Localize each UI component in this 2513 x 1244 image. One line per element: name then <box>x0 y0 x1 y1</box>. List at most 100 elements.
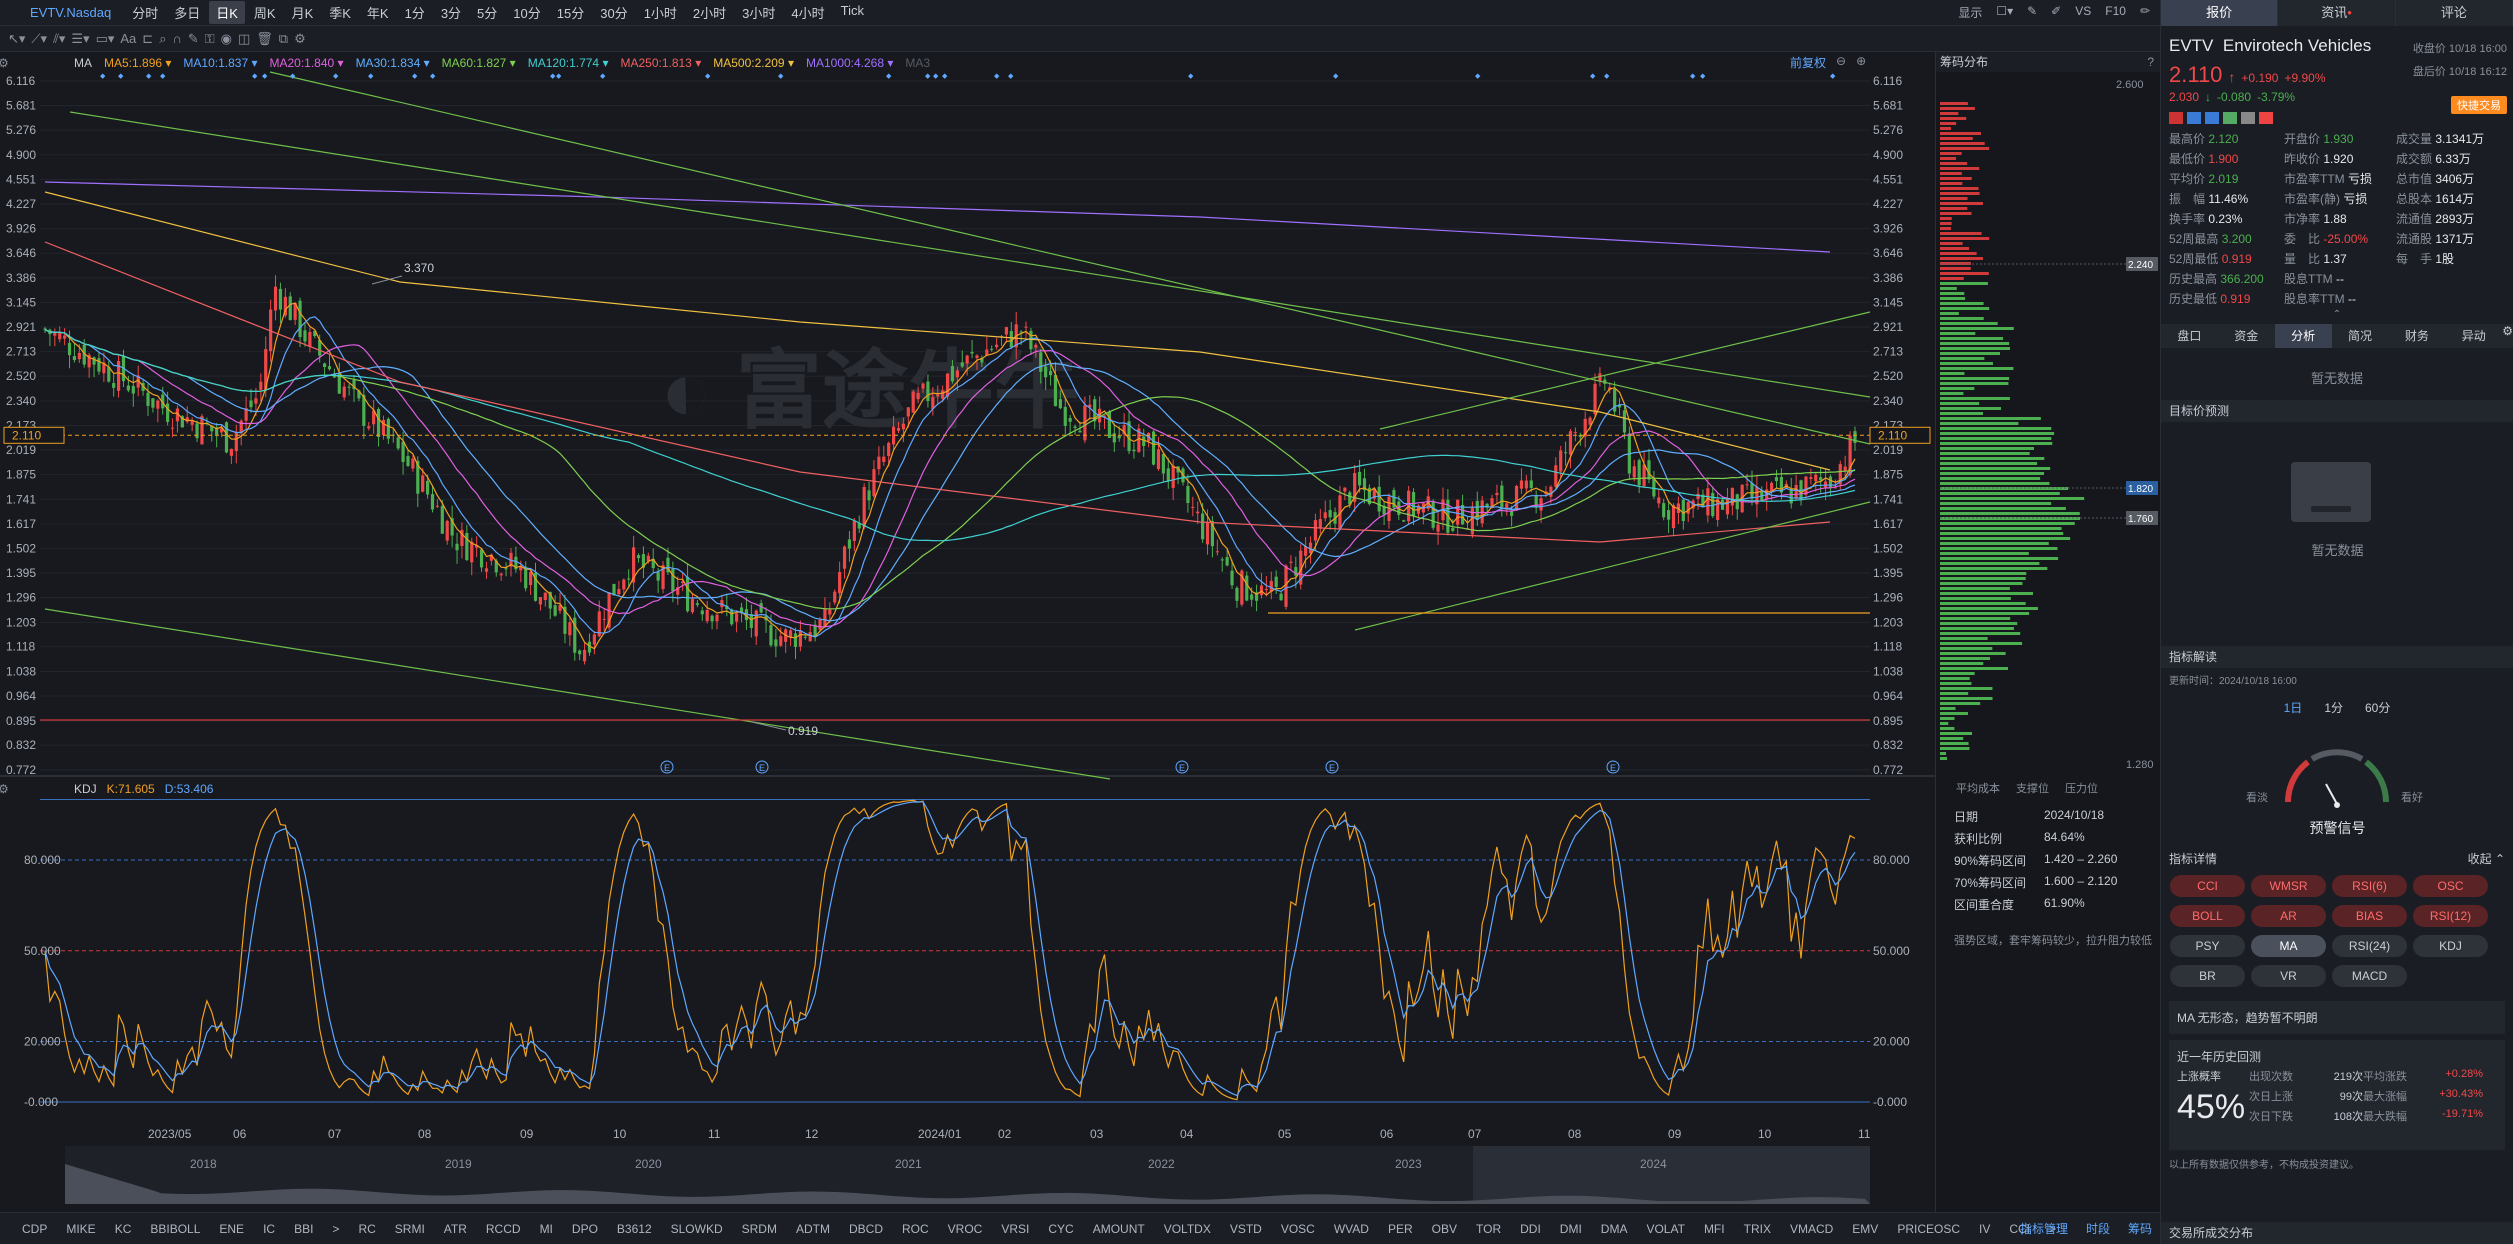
indicator-tab[interactable]: AMOUNT <box>1093 1222 1145 1236</box>
indicator-tab[interactable]: MI <box>540 1222 553 1236</box>
indicator-tab[interactable]: ROC <box>902 1222 929 1236</box>
line-tool-icon[interactable]: ⟋▾ <box>31 31 47 47</box>
indicator-chip[interactable]: AR <box>2251 905 2326 927</box>
tab-news[interactable]: 资讯• <box>2278 0 2396 26</box>
kdj-name[interactable]: KDJ <box>74 782 97 796</box>
indicator-chip[interactable]: RSI(24) <box>2332 935 2407 957</box>
indicator-chip[interactable]: CCI <box>2170 875 2245 897</box>
indicator-tab[interactable]: DDI <box>1520 1222 1541 1236</box>
indicator-chip[interactable]: MA <box>2251 935 2326 957</box>
indicator-tab[interactable]: MFI <box>1704 1222 1725 1236</box>
subtab-gear-icon[interactable]: ⚙ <box>2502 324 2513 348</box>
timeframe-14[interactable]: 2小时 <box>686 1 733 24</box>
timeframe-2[interactable]: 日K <box>209 1 245 24</box>
indicator-chip[interactable]: WMSR <box>2251 875 2326 897</box>
24h-icon[interactable] <box>2205 112 2219 124</box>
ma-legend-item[interactable]: MA5:1.896 ▾ <box>104 56 171 70</box>
ma-legend-item[interactable]: MA30:1.834 ▾ <box>356 56 430 70</box>
ma-legend-item[interactable]: MA3 <box>905 56 930 70</box>
indicator-tab[interactable]: MIKE <box>66 1222 95 1236</box>
indicator-chip[interactable]: PSY <box>2170 935 2245 957</box>
channel-tool-icon[interactable]: ⫽▾ <box>53 31 65 47</box>
measure-icon[interactable]: ⊏ <box>142 31 153 47</box>
indicator-tab[interactable]: BBIBOLL <box>150 1222 200 1236</box>
indicator-tab[interactable]: VOLAT <box>1646 1222 1684 1236</box>
indicator-tab[interactable]: PER <box>1388 1222 1413 1236</box>
subtab-5[interactable]: 异动 <box>2445 324 2502 348</box>
pen-icon[interactable]: ✎ <box>2027 4 2037 21</box>
timeframe-8[interactable]: 3分 <box>434 1 468 24</box>
indicator-tab[interactable]: TRIX <box>1744 1222 1771 1236</box>
indicator-tab[interactable]: OBV <box>1432 1222 1457 1236</box>
display-menu[interactable]: 显示 <box>1958 4 1982 21</box>
indicator-tab[interactable]: SLOWKD <box>671 1222 723 1236</box>
bottom-link[interactable]: 时段 <box>2086 1220 2110 1237</box>
indicator-chip[interactable]: BIAS <box>2332 905 2407 927</box>
ma-legend-item[interactable]: MA20:1.840 ▾ <box>269 56 343 70</box>
indicator-chip[interactable]: KDJ <box>2413 935 2488 957</box>
indicator-tab[interactable]: > <box>332 1222 339 1236</box>
f10-button[interactable]: F10 <box>2105 4 2126 21</box>
subtab-4[interactable]: 财务 <box>2389 324 2446 348</box>
timeframe-3[interactable]: 周K <box>247 1 283 24</box>
indicator-tab[interactable]: VSTD <box>1230 1222 1262 1236</box>
indicator-tab[interactable]: KC <box>115 1222 132 1236</box>
subtab-2[interactable]: 分析 <box>2274 324 2332 348</box>
timeframe-6[interactable]: 年K <box>360 1 396 24</box>
kdj-gear-icon[interactable]: ⚙ <box>0 782 9 796</box>
indicator-tab[interactable]: DMI <box>1560 1222 1582 1236</box>
overview-navigator[interactable]: 2018 2019 2020 2021 2022 2023 2024 <box>65 1146 1870 1204</box>
timeframe-11[interactable]: 15分 <box>550 1 591 24</box>
timeframe-1[interactable]: 多日 <box>167 1 207 24</box>
zoom-icon[interactable]: ⌕ <box>159 31 166 47</box>
timeframe-10[interactable]: 10分 <box>506 1 547 24</box>
indicator-chip[interactable]: BOLL <box>2170 905 2245 927</box>
timeframe-0[interactable]: 分时 <box>125 1 165 24</box>
text-tool-icon[interactable]: Aa <box>120 31 136 46</box>
indicator-tab[interactable]: CYC <box>1048 1222 1073 1236</box>
indicator-tab[interactable]: SRMI <box>395 1222 425 1236</box>
indicator-chip[interactable]: MACD <box>2332 965 2407 987</box>
indicator-tab[interactable]: CDP <box>22 1222 47 1236</box>
ma-legend-item[interactable]: MA120:1.774 ▾ <box>528 56 609 70</box>
indicator-tab[interactable]: RCCD <box>486 1222 521 1236</box>
zoom-out-icon[interactable]: ⊖ <box>1836 54 1846 71</box>
indicator-chip[interactable]: OSC <box>2413 875 2488 897</box>
ma-name[interactable]: MA <box>74 56 92 70</box>
indicator-chip[interactable]: VR <box>2251 965 2326 987</box>
adjust-select[interactable]: 前复权 <box>1790 54 1826 71</box>
indicator-tab[interactable]: VOSC <box>1281 1222 1315 1236</box>
indicator-tab[interactable]: ENE <box>219 1222 244 1236</box>
indicator-tab[interactable]: TOR <box>1476 1222 1501 1236</box>
indicator-tab[interactable]: PRICEOSC <box>1897 1222 1960 1236</box>
ma-legend-item[interactable]: MA10:1.837 ▾ <box>183 56 257 70</box>
indicator-tab[interactable]: EMV <box>1852 1222 1878 1236</box>
indicator-tab[interactable]: DMA <box>1601 1222 1628 1236</box>
ma-legend-item[interactable]: MA250:1.813 ▾ <box>620 56 701 70</box>
collapse-chevron-icon[interactable]: ⌃ <box>2161 309 2513 320</box>
magnet-icon[interactable]: ∩ <box>172 31 181 46</box>
timeframe-15[interactable]: 3小时 <box>735 1 782 24</box>
ma-legend-item[interactable]: MA1000:4.268 ▾ <box>806 56 893 70</box>
indicator-tab[interactable]: RC <box>358 1222 375 1236</box>
timeframe-13[interactable]: 1小时 <box>637 1 684 24</box>
timeframe-16[interactable]: 4小时 <box>784 1 831 24</box>
indicator-tab[interactable]: IC <box>263 1222 275 1236</box>
zoom-in-icon[interactable]: ⊕ <box>1856 54 1866 71</box>
subtab-0[interactable]: 盘口 <box>2161 324 2218 348</box>
subtab-1[interactable]: 资金 <box>2218 324 2275 348</box>
chart-canvas[interactable]: 6.116 6.116 5.681 5.681 5.276 5.276 4.900 4.900… <box>0 52 1935 1212</box>
brush-icon[interactable]: ✐ <box>2051 4 2061 21</box>
timeframe-12[interactable]: 30分 <box>593 1 634 24</box>
trash-icon[interactable]: 🗑 <box>256 31 273 47</box>
indicator-tab[interactable]: VMACD <box>1790 1222 1833 1236</box>
symbol-label[interactable]: EVTV.Nasdaq <box>4 5 111 20</box>
gear-icon[interactable]: ⚙ <box>0 56 9 70</box>
indicator-tab[interactable]: ADTM <box>796 1222 830 1236</box>
timeframe-17[interactable]: Tick <box>834 1 871 24</box>
indicator-tab[interactable]: VRSI <box>1001 1222 1029 1236</box>
help-icon[interactable]: ? <box>2147 52 2154 72</box>
settings-icon[interactable]: ⚙ <box>294 31 306 47</box>
layers-icon[interactable]: ◫ <box>238 31 250 47</box>
edit-icon[interactable]: ✏ <box>2140 4 2150 21</box>
